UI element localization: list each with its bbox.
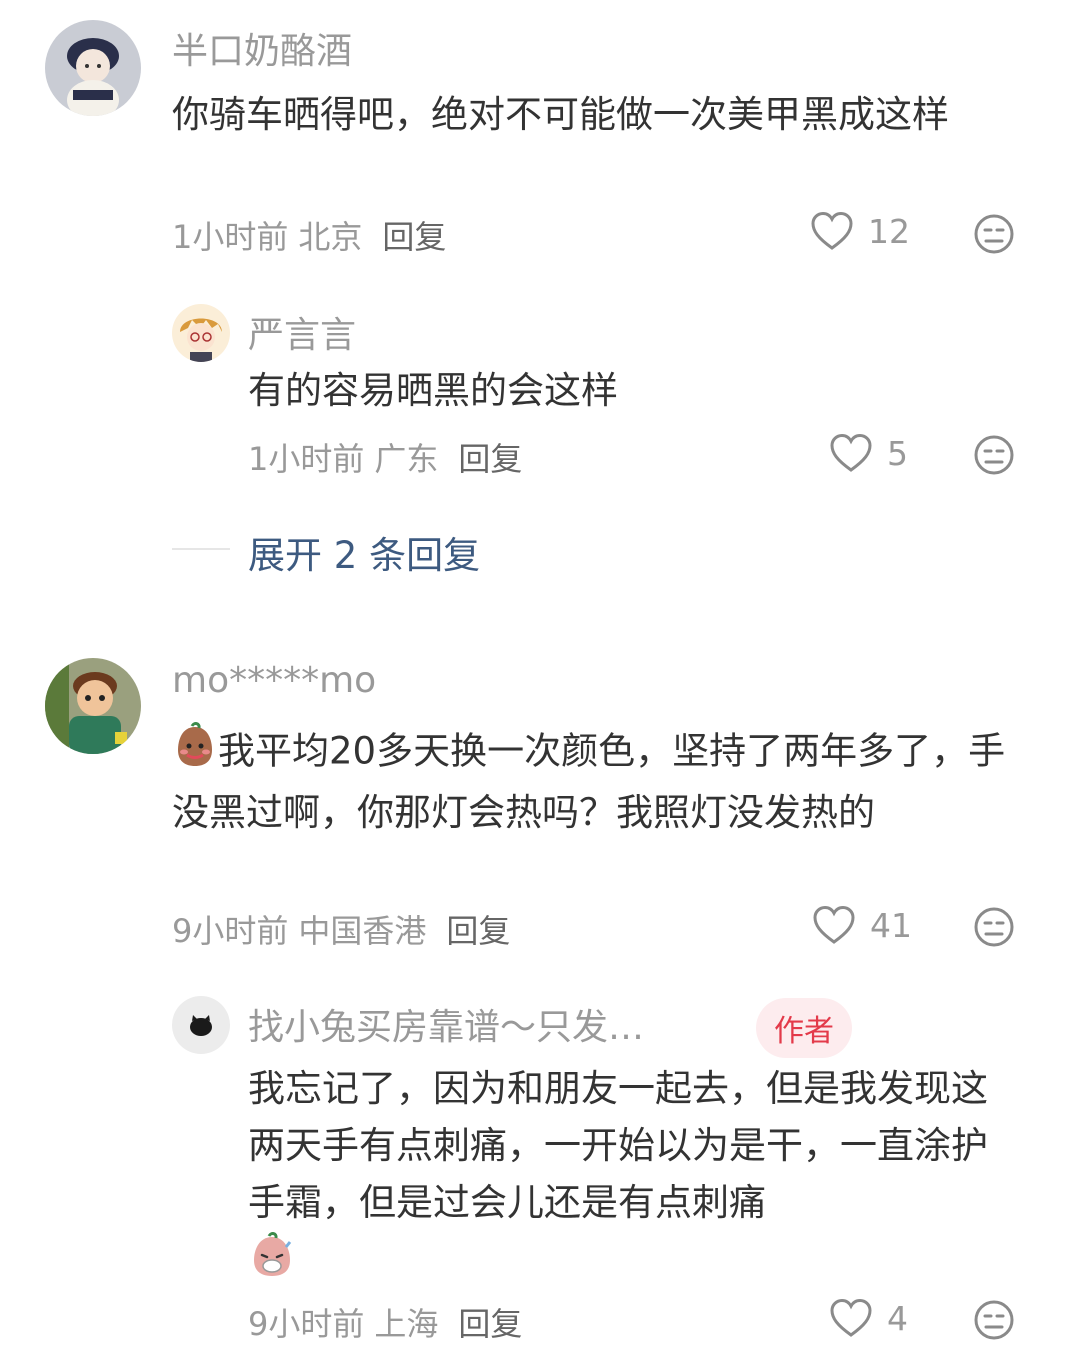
avatar[interactable] bbox=[45, 658, 141, 754]
username[interactable]: 严言言 bbox=[248, 306, 356, 358]
timestamp: 1小时前 bbox=[172, 218, 289, 256]
avatar[interactable] bbox=[172, 996, 230, 1054]
avatar[interactable] bbox=[45, 20, 141, 116]
heart-outline-icon bbox=[813, 905, 855, 944]
dislike-button[interactable] bbox=[973, 213, 1015, 255]
neutral-face-icon bbox=[974, 907, 1014, 947]
reply-button[interactable]: 回复 bbox=[458, 1305, 522, 1343]
comment-meta: 9小时前 中国香港 回复 bbox=[172, 906, 510, 952]
timestamp: 9小时前 bbox=[172, 912, 289, 950]
comment-meta: 1小时前 广东 回复 bbox=[248, 434, 522, 480]
reply-button[interactable]: 回复 bbox=[446, 912, 510, 950]
heart-outline-icon bbox=[830, 1298, 872, 1337]
sick-bean-emoji bbox=[248, 1231, 296, 1295]
like-count: 4 bbox=[887, 1298, 908, 1338]
location: 北京 bbox=[298, 218, 363, 256]
neutral-face-icon bbox=[974, 214, 1014, 254]
sweat-bean-emoji bbox=[172, 722, 218, 784]
like-button[interactable]: 5 bbox=[829, 433, 908, 473]
divider bbox=[172, 548, 230, 550]
location: 中国香港 bbox=[298, 912, 427, 950]
username[interactable]: 找小兔买房靠谱～只发… bbox=[248, 998, 644, 1050]
like-count: 5 bbox=[887, 433, 908, 473]
timestamp: 1小时前 bbox=[248, 440, 365, 478]
comment-text: 有的容易晒黑的会这样 bbox=[248, 369, 618, 412]
comment-body: 我忘记了，因为和朋友一起去，但是我发现这两天手有点刺痛，一开始以为是干，一直涂护… bbox=[248, 1067, 988, 1224]
heart-outline-icon bbox=[830, 433, 872, 472]
avatar[interactable] bbox=[172, 304, 230, 362]
comment-meta: 1小时前 北京 回复 bbox=[172, 212, 446, 258]
comment-body: 我平均20多天换一次颜色，坚持了两年多了，手没黑过啊，你那灯会热吗？我照灯没发热… bbox=[172, 729, 1006, 835]
expand-replies-button[interactable]: 展开 2 条回复 bbox=[248, 525, 480, 579]
comment-text: 我平均20多天换一次颜色，坚持了两年多了，手没黑过啊，你那灯会热吗？我照灯没发热… bbox=[172, 722, 1022, 841]
comment-text: 我忘记了，因为和朋友一起去，但是我发现这两天手有点刺痛，一开始以为是干，一直涂护… bbox=[248, 1060, 1013, 1295]
like-button[interactable]: 41 bbox=[812, 905, 912, 945]
username[interactable]: 半口奶酪酒 bbox=[172, 22, 352, 74]
neutral-face-icon bbox=[974, 435, 1014, 475]
timestamp: 9小时前 bbox=[248, 1305, 365, 1343]
like-button[interactable]: 4 bbox=[829, 1298, 908, 1338]
dislike-button[interactable] bbox=[973, 1299, 1015, 1341]
comment-text: 你骑车晒得吧，绝对不可能做一次美甲黑成这样 bbox=[172, 93, 949, 136]
neutral-face-icon bbox=[974, 1300, 1014, 1340]
dislike-button[interactable] bbox=[973, 434, 1015, 476]
like-count: 41 bbox=[870, 905, 912, 945]
reply-button[interactable]: 回复 bbox=[458, 440, 522, 478]
location: 上海 bbox=[374, 1305, 439, 1343]
comment-meta: 9小时前 上海 回复 bbox=[248, 1299, 522, 1345]
like-count: 12 bbox=[868, 211, 910, 251]
location: 广东 bbox=[374, 440, 439, 478]
reply-button[interactable]: 回复 bbox=[382, 218, 446, 256]
dislike-button[interactable] bbox=[973, 906, 1015, 948]
author-badge: 作者 bbox=[756, 998, 852, 1058]
like-button[interactable]: 12 bbox=[810, 211, 910, 251]
username[interactable]: mo*****mo bbox=[172, 660, 376, 701]
heart-outline-icon bbox=[811, 211, 853, 250]
